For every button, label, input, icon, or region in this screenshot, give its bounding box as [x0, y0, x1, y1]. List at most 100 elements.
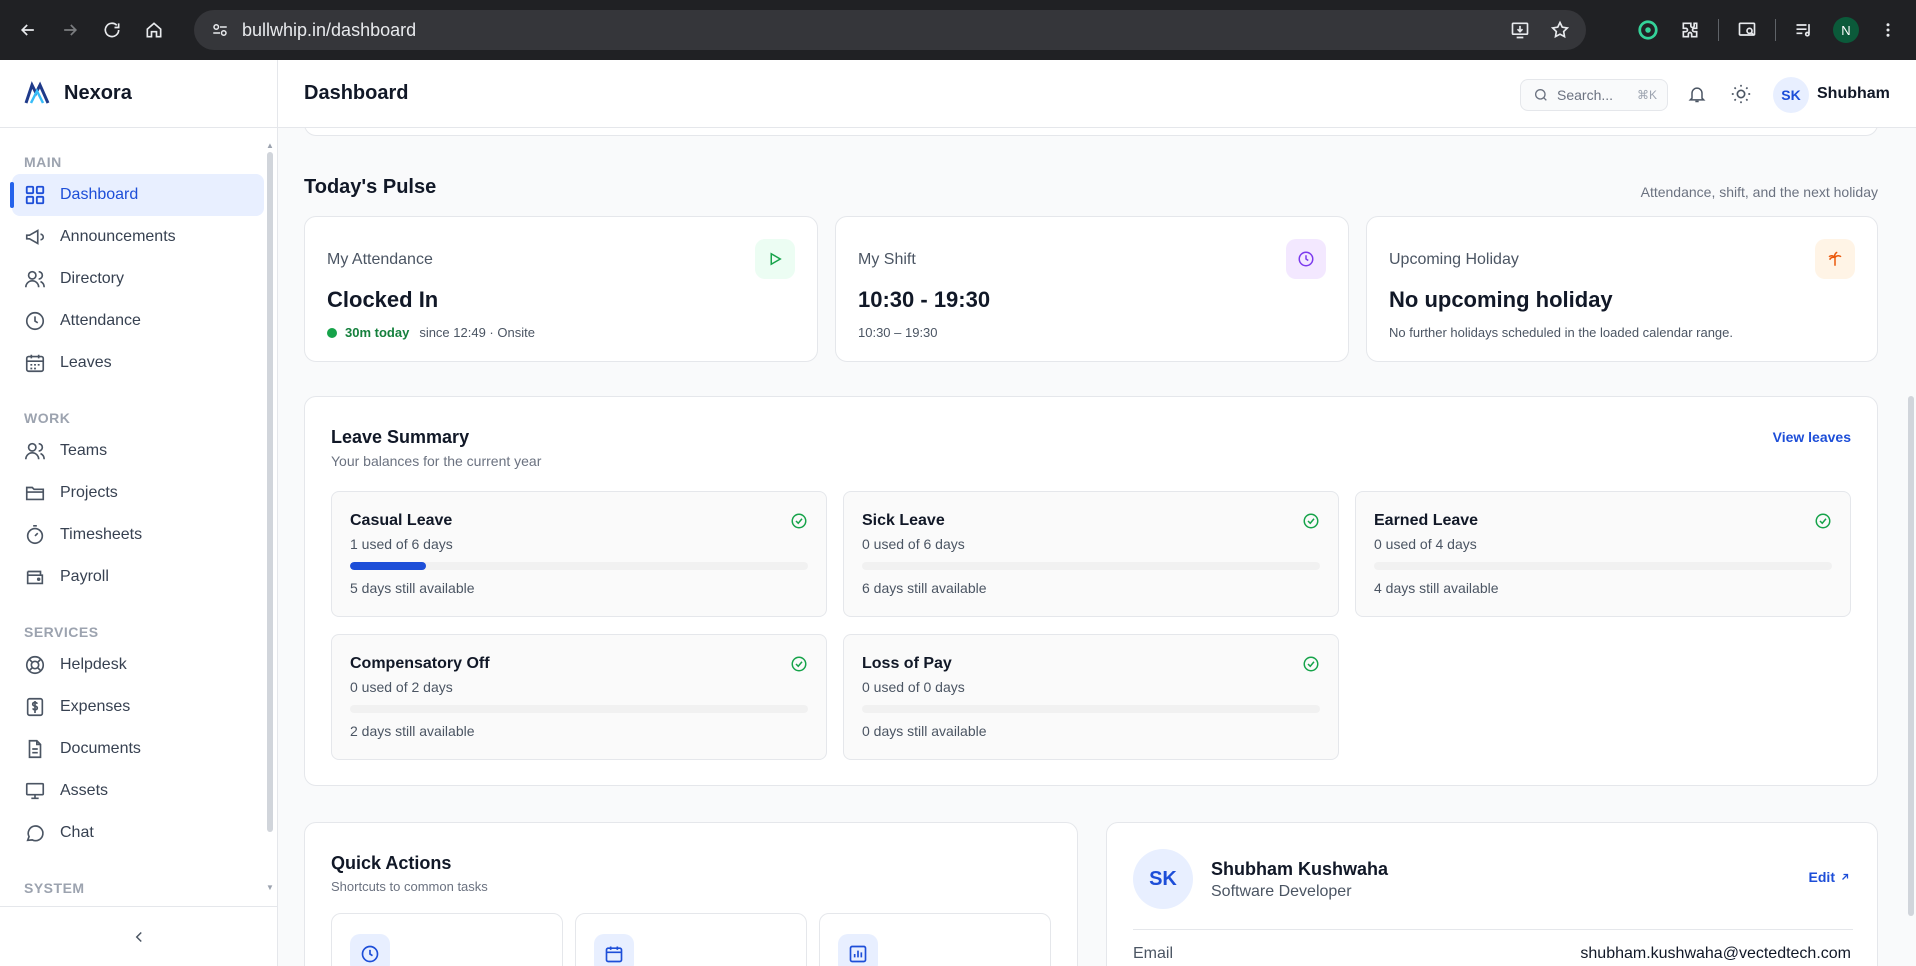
sidebar-item-leaves[interactable]: Leaves	[12, 342, 264, 384]
play-icon[interactable]	[755, 239, 795, 279]
leave-type: Loss of Pay	[862, 655, 952, 672]
leave-progress-track	[350, 562, 808, 570]
attendance-status: Clocked In	[327, 287, 439, 312]
chat-icon	[26, 825, 44, 842]
avatar[interactable]: SK	[1773, 77, 1809, 113]
sidebar-item-attendance[interactable]: Attendance	[12, 300, 264, 342]
leave-used: 0 used of 4 days	[1374, 536, 1477, 552]
sidebar-item-label: Directory	[60, 270, 125, 287]
search-placeholder: Search...	[1557, 87, 1614, 103]
profile-avatar: SK	[1133, 849, 1193, 909]
sun-icon[interactable]	[1729, 82, 1753, 106]
sidebar-scrollbar[interactable]: ▲ ▼	[265, 142, 275, 892]
sidebar-item-timesheets[interactable]: Timesheets	[12, 514, 264, 556]
tab-search-icon[interactable]	[1733, 16, 1761, 44]
leave-summary-title: Leave Summary	[331, 427, 470, 447]
sidebar-item-announcements[interactable]: Announcements	[12, 216, 264, 258]
leave-type: Sick Leave	[862, 512, 945, 529]
menu-kebab-icon[interactable]	[1874, 16, 1902, 44]
main-content: Today's Pulse Attendance, shift, and the…	[278, 128, 1916, 966]
user-name[interactable]: Shubham	[1817, 85, 1890, 103]
profile-avatar-icon[interactable]: N	[1832, 16, 1860, 44]
back-icon[interactable]	[14, 16, 42, 44]
browser-toolbar: bullwhip.in/dashboard N	[0, 0, 1916, 60]
sidebar: Nexora MAIN Dashboard Announcements Dire…	[0, 60, 278, 966]
quick-action-report[interactable]	[819, 913, 1051, 966]
lifebuoy-icon	[25, 655, 45, 675]
sidebar-scroll-thumb[interactable]	[267, 152, 273, 832]
leave-card-sick[interactable]: Sick Leave 0 used of 6 days 6 days still…	[843, 491, 1339, 617]
bookmark-star-icon[interactable]	[1548, 18, 1572, 42]
sidebar-item-projects[interactable]: Projects	[12, 472, 264, 514]
main-scrollbar[interactable]	[1908, 396, 1914, 916]
sidebar-item-helpdesk[interactable]: Helpdesk	[12, 644, 264, 686]
edit-profile-link[interactable]: Edit	[1809, 869, 1851, 885]
wallet-icon	[26, 570, 44, 585]
profile-name: Shubham Kushwaha	[1211, 859, 1389, 879]
report-chart-icon	[838, 934, 878, 966]
shift-time: 10:30 - 19:30	[858, 287, 991, 312]
address-bar[interactable]: bullwhip.in/dashboard	[194, 10, 1586, 50]
quick-action-clock[interactable]	[331, 913, 563, 966]
sidebar-item-dashboard[interactable]: Dashboard	[10, 174, 264, 216]
collapse-sidebar-button[interactable]	[0, 906, 278, 966]
attendance-card[interactable]: My Attendance Clocked In 30m today since…	[304, 216, 818, 362]
check-circle-icon	[1303, 656, 1319, 672]
check-circle-icon	[1303, 513, 1319, 529]
search-input[interactable]: Search... ⌘K	[1520, 79, 1668, 111]
leave-used: 0 used of 2 days	[350, 679, 453, 695]
shift-label: My Shift	[858, 251, 916, 268]
extension-ring-icon[interactable]	[1634, 16, 1662, 44]
sidebar-item-documents[interactable]: Documents	[12, 728, 264, 770]
brand[interactable]: Nexora	[0, 60, 277, 128]
email-value: shubham.kushwaha@vectedtech.com	[1580, 945, 1851, 962]
sidebar-item-label: Teams	[60, 442, 108, 459]
monitor-icon	[25, 782, 45, 800]
shift-card[interactable]: My Shift 10:30 - 19:30 10:30 – 19:30	[835, 216, 1349, 362]
check-circle-icon	[791, 513, 807, 529]
quick-action-calendar[interactable]	[575, 913, 807, 966]
holiday-card[interactable]: Upcoming Holiday No upcoming holiday No …	[1366, 216, 1878, 362]
reload-icon[interactable]	[98, 16, 126, 44]
calendar-icon	[25, 354, 45, 373]
clock-icon	[25, 311, 45, 331]
sidebar-item-expenses[interactable]: Expenses	[12, 686, 264, 728]
edit-label: Edit	[1808, 869, 1835, 885]
sidebar-item-assets[interactable]: Assets	[12, 770, 264, 812]
sidebar-item-directory[interactable]: Directory	[12, 258, 264, 300]
scroll-down-icon[interactable]: ▼	[265, 884, 275, 892]
media-control-icon[interactable]	[1790, 16, 1818, 44]
section-label-main: MAIN	[24, 154, 62, 170]
holiday-label: Upcoming Holiday	[1389, 251, 1519, 268]
sidebar-item-teams[interactable]: Teams	[12, 430, 264, 472]
sidebar-item-payroll[interactable]: Payroll	[12, 556, 264, 598]
leave-progress-track	[862, 705, 1320, 713]
install-app-icon[interactable]	[1508, 18, 1532, 42]
clock-icon	[1286, 239, 1326, 279]
leave-card-compoff[interactable]: Compensatory Off 0 used of 2 days 2 days…	[331, 634, 827, 760]
leave-used: 1 used of 6 days	[350, 536, 453, 552]
leave-type: Earned Leave	[1374, 512, 1479, 529]
home-icon[interactable]	[140, 16, 168, 44]
leave-card-earned[interactable]: Earned Leave 0 used of 4 days 4 days sti…	[1355, 491, 1851, 617]
sidebar-item-chat[interactable]: Chat	[12, 812, 264, 854]
leave-progress-track	[862, 562, 1320, 570]
scroll-up-icon[interactable]: ▲	[265, 142, 275, 150]
leave-card-casual[interactable]: Casual Leave 1 used of 6 days 5 days sti…	[331, 491, 827, 617]
leave-card-lop[interactable]: Loss of Pay 0 used of 0 days 0 days stil…	[843, 634, 1339, 760]
sidebar-item-label: Helpdesk	[60, 656, 127, 673]
check-circle-icon	[1815, 513, 1831, 529]
section-label-work: WORK	[24, 410, 71, 426]
grid-icon	[25, 185, 45, 205]
timer-icon	[26, 525, 44, 545]
extensions-puzzle-icon[interactable]	[1676, 16, 1704, 44]
profile-card: SK Shubham Kushwaha Software Developer E…	[1106, 822, 1878, 966]
leave-used: 0 used of 6 days	[862, 536, 965, 552]
sidebar-item-label: Leaves	[60, 354, 112, 371]
view-leaves-link[interactable]: View leaves	[1773, 429, 1851, 445]
site-info-icon[interactable]	[210, 20, 230, 40]
url-text[interactable]: bullwhip.in/dashboard	[242, 20, 416, 41]
forward-icon[interactable]	[56, 16, 84, 44]
bell-icon[interactable]	[1685, 82, 1709, 106]
palm-tree-icon	[1815, 239, 1855, 279]
